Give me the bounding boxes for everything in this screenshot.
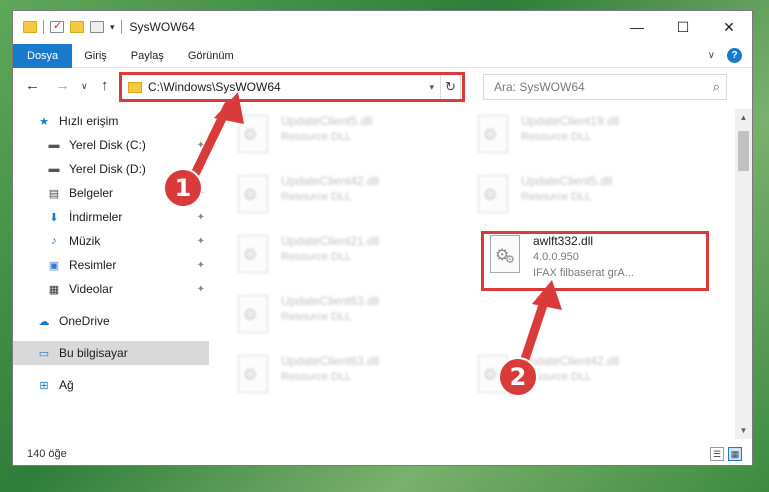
annotation-arrows [191,92,562,367]
callout-step-1: 1 [163,168,203,208]
arrow-head [532,280,562,310]
callout-step-2: 2 [498,357,538,397]
